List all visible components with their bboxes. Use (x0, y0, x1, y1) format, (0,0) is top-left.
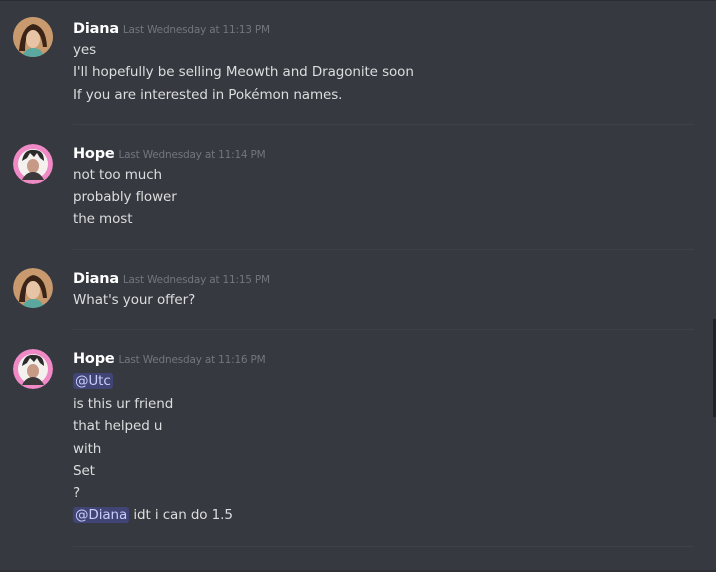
message-text-fragment: idt i can do 1.5 (129, 507, 233, 523)
message-text: I'll hopefully be selling Meowth and Dra… (73, 64, 414, 80)
message-header: Hope Last Wednesday at 11:14 PM (73, 143, 266, 162)
message-text: that helped u (73, 418, 163, 434)
message-text: @Utc (73, 373, 113, 389)
message-text: is this ur friend (73, 396, 174, 412)
avatar[interactable] (13, 268, 53, 308)
timestamp: Last Wednesday at 11:15 PM (122, 274, 270, 286)
message-text: the most (73, 211, 133, 227)
author-name[interactable]: Diana (73, 21, 119, 37)
timestamp: Last Wednesday at 11:13 PM (122, 24, 270, 36)
message-text: If you are interested in Pokémon names. (73, 87, 343, 103)
author-name[interactable]: Diana (73, 271, 119, 287)
message-text: yes (73, 42, 97, 58)
message-text: ? (73, 485, 81, 501)
message-text: What's your offer? (73, 292, 196, 308)
author-name[interactable]: Hope (73, 146, 115, 162)
message-text: not too much (73, 167, 162, 183)
message-text: Set (73, 463, 95, 479)
message-text: probably flower (73, 189, 177, 205)
avatar[interactable] (13, 144, 53, 184)
user-mention[interactable]: @Diana (73, 507, 130, 523)
message-header: Diana Last Wednesday at 11:15 PM (73, 268, 270, 287)
message-divider (73, 124, 694, 125)
author-name[interactable]: Hope (73, 351, 115, 367)
timestamp: Last Wednesday at 11:16 PM (118, 354, 266, 366)
message-text: with (73, 441, 102, 457)
timestamp: Last Wednesday at 11:14 PM (118, 149, 266, 161)
message-divider (73, 249, 694, 250)
message-header: Hope Last Wednesday at 11:16 PM (73, 348, 266, 367)
message-header: Diana Last Wednesday at 11:13 PM (73, 18, 270, 37)
chat-messages: Diana Last Wednesday at 11:13 PM yes I'll… (0, 0, 716, 572)
user-mention[interactable]: @Utc (73, 373, 113, 389)
avatar[interactable] (13, 349, 53, 389)
avatar[interactable] (13, 17, 53, 57)
message-divider (73, 546, 694, 547)
message-divider (73, 329, 694, 330)
message-text: @Diana idt i can do 1.5 (73, 507, 233, 523)
